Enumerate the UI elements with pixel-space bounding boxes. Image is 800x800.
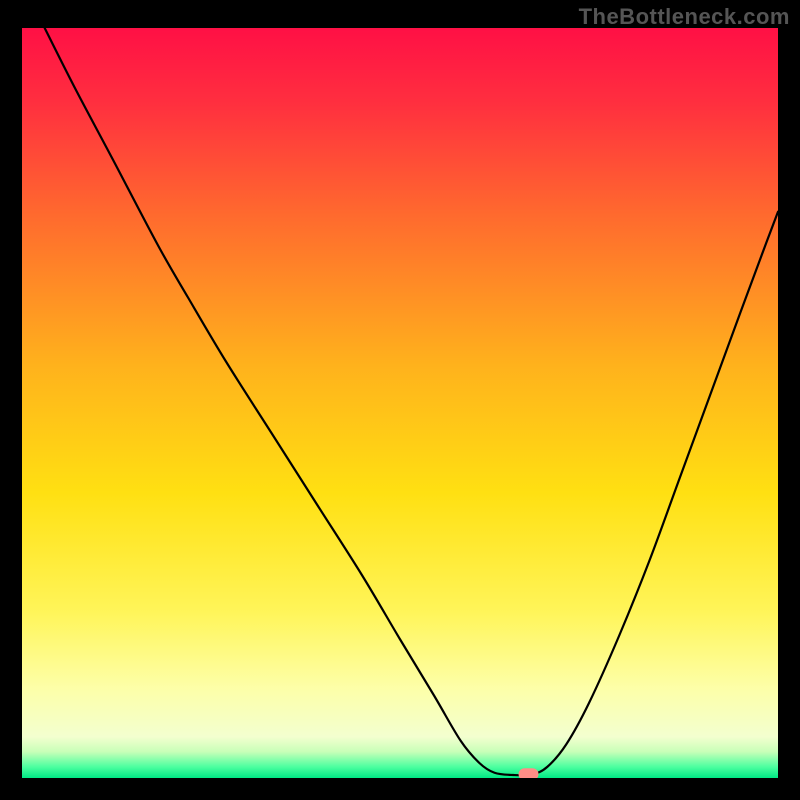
chart-frame: TheBottleneck.com <box>0 0 800 800</box>
gradient-background <box>22 28 778 778</box>
plot-area <box>22 28 778 778</box>
watermark-text: TheBottleneck.com <box>579 4 790 30</box>
chart-svg <box>22 28 778 778</box>
optimal-marker <box>519 768 539 778</box>
